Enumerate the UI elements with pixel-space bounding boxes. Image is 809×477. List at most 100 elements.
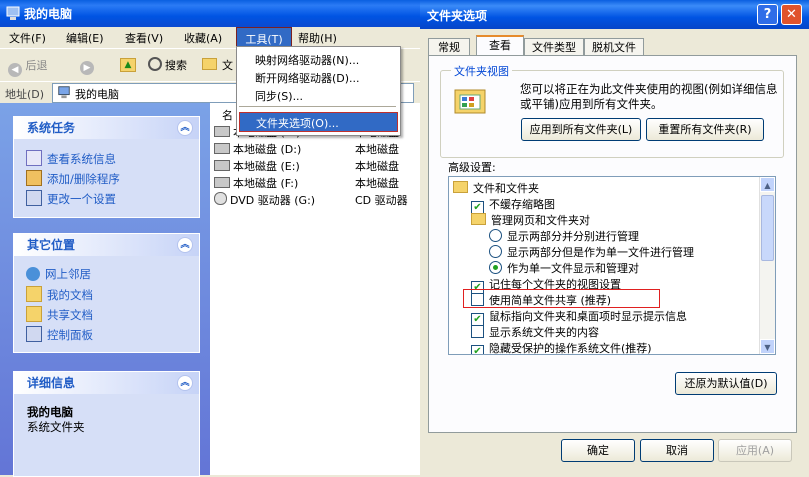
scrollbar-thumb[interactable] [761,195,774,261]
hard-drive-icon [214,126,230,137]
tree-label: 文件和文件夹 [473,182,539,195]
back-label: 后退 [25,59,48,72]
drive-row-d[interactable]: 本地磁盘 (D:) 本地磁盘 [214,141,399,157]
forward-arrow-icon: ▶ [80,61,94,75]
scroll-down-arrow-icon[interactable]: ▼ [760,339,775,354]
details-name: 我的电脑 [27,405,73,419]
help-button[interactable]: ? [757,4,778,25]
menu-file[interactable]: 文件(F) [9,30,46,46]
place-shared-documents[interactable]: 共享文档 [26,306,93,323]
advanced-settings-label: 高级设置: [448,161,496,174]
task-label: 查看系统信息 [47,152,116,166]
menu-folder-options-label: 文件夹选项(O)... [256,117,339,130]
address-label: 地址(D) [5,88,45,101]
menu-help[interactable]: 帮助(H) [298,30,337,46]
up-folder-icon[interactable]: ▲ [120,57,136,72]
forward-button[interactable]: ▶ [80,57,94,75]
scroll-up-arrow-icon[interactable]: ▲ [760,177,775,192]
collapse-chevron-icon[interactable]: ︽ [177,237,193,253]
control-panel-icon [26,326,42,342]
task-label: 添加/删除程序 [47,172,120,186]
drive-row-g[interactable]: DVD 驱动器 (G:) CD 驱动器 [214,192,408,208]
radio-checked[interactable] [489,261,502,274]
add-remove-icon [26,170,42,186]
system-tasks-header[interactable]: 系统任务 ︽ [14,117,199,139]
menu-view[interactable]: 查看(V) [125,30,163,46]
other-places-panel: 其它位置 ︽ 网上邻居 我的文档 共享文档 控制面板 [13,233,200,353]
control-panel-icon [26,190,42,206]
folder-icon [202,58,217,70]
folder-icon [471,213,486,225]
menu-disconnect-network-drive[interactable]: 断开网络驱动器(D)... [255,70,360,86]
setting-hide-protected-os-files[interactable]: ✔ 隐藏受保护的操作系统文件(推荐) [471,340,652,354]
checkbox-checked[interactable]: ✔ [471,345,484,354]
restore-defaults-button[interactable]: 还原为默认值(D) [675,372,777,395]
task-add-remove-programs[interactable]: 添加/删除程序 [26,170,120,187]
menu-synchronize[interactable]: 同步(S)... [255,88,303,104]
address-value: 我的电脑 [75,88,119,101]
task-change-setting[interactable]: 更改一个设置 [26,190,116,207]
place-network[interactable]: 网上邻居 [26,266,91,282]
checkbox-unchecked[interactable] [471,325,484,338]
menu-folder-options[interactable]: 文件夹选项(O)... [239,112,398,132]
menu-favorites[interactable]: 收藏(A) [184,30,222,46]
reset-all-folders-button[interactable]: 重置所有文件夹(R) [646,118,764,141]
search-button[interactable]: 搜索 [148,57,187,73]
radio-unchecked[interactable] [489,245,502,258]
collapse-chevron-icon[interactable]: ︽ [177,375,193,391]
menu-separator [239,106,396,107]
setting-show-two-parts-separately[interactable]: 显示两部分并分别进行管理 [489,228,639,244]
apply-button[interactable]: 应用(A) [718,439,792,462]
place-my-documents[interactable]: 我的文档 [26,286,93,303]
place-label: 控制面板 [47,328,93,342]
place-label: 网上邻居 [45,267,91,281]
folder-icon [26,286,42,302]
setting-label: 不缓存缩略图 [489,198,555,211]
task-pane: 系统任务 ︽ 查看系统信息 添加/删除程序 更改一个设置 其它位置 ︽ 网上邻居… [0,103,210,477]
tab-general[interactable]: 常规 [428,38,470,56]
advanced-settings-list: 文件和文件夹 ✔ 不缓存缩略图 管理网页和文件夹对 显示两部分并分别进行管理 显示… [448,176,776,355]
drive-type: 本地磁盘 [355,143,399,156]
apply-to-all-folders-button[interactable]: 应用到所有文件夹(L) [521,118,641,141]
dvd-drive-icon [214,192,227,205]
details-panel: 详细信息 ︽ 我的电脑 系统文件夹 [13,371,200,477]
hard-drive-icon [214,143,230,154]
task-view-system-info[interactable]: 查看系统信息 [26,150,116,167]
collapse-chevron-icon[interactable]: ︽ [177,120,193,136]
radio-unchecked[interactable] [489,229,502,242]
drive-row-f[interactable]: 本地磁盘 (F:) 本地磁盘 [214,175,399,191]
other-places-header[interactable]: 其它位置 ︽ [14,234,199,256]
ok-button[interactable]: 确定 [561,439,635,462]
tab-offline-files[interactable]: 脱机文件 [584,38,644,56]
setting-label: 显示两部分并分别进行管理 [507,230,639,243]
drive-name: 本地磁盘 (F:) [233,177,299,190]
explorer-title-bar[interactable]: 我的电脑 [0,0,420,27]
setting-display-system-folders[interactable]: 显示系统文件夹的内容 [471,324,599,340]
tree-label: 管理网页和文件夹对 [491,214,590,227]
folder-icon [26,306,42,322]
advanced-settings-scrollbar[interactable]: ▲ ▼ [759,177,775,354]
drive-row-e[interactable]: 本地磁盘 (E:) 本地磁盘 [214,158,399,174]
cancel-button[interactable]: 取消 [640,439,714,462]
setting-show-two-parts-single-file[interactable]: 显示两部分但是作为单一文件进行管理 [489,244,694,260]
column-header-name[interactable]: 名 [222,107,233,123]
back-button[interactable]: ◀ 后退 [8,57,48,77]
close-button[interactable]: ✕ [781,4,802,25]
setting-label: 作为单一文件显示和管理对 [507,262,639,275]
tab-file-types[interactable]: 文件类型 [524,38,584,56]
details-title: 详细信息 [27,376,76,390]
setting-show-as-single-file[interactable]: 作为单一文件显示和管理对 [489,260,639,276]
folder-view-icon [454,89,486,114]
menu-bar: 文件(F) 编辑(E) 查看(V) 收藏(A) 工具(T) 帮助(H) [0,27,420,49]
back-arrow-icon: ◀ [8,63,22,77]
menu-edit[interactable]: 编辑(E) [66,30,104,46]
details-header[interactable]: 详细信息 ︽ [14,372,199,394]
search-icon [148,57,162,71]
folders-button[interactable]: 文 [202,57,233,73]
menu-map-network-drive[interactable]: 映射网络驱动器(N)... [255,52,359,68]
tools-menu-dropdown: 映射网络驱动器(N)... 断开网络驱动器(D)... 同步(S)... 文件夹… [236,46,401,136]
place-control-panel[interactable]: 控制面板 [26,326,93,343]
dialog-title-bar[interactable]: 文件夹选项 ? ✕ [420,0,809,29]
explorer-title: 我的电脑 [24,7,73,21]
system-tasks-title: 系统任务 [27,121,76,135]
